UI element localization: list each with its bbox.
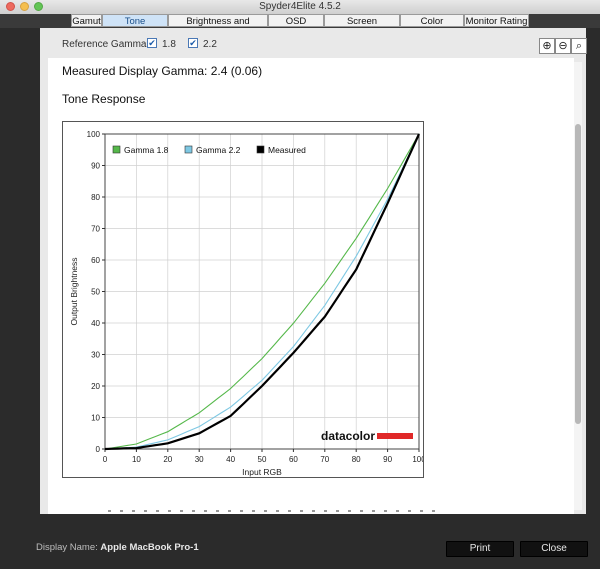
display-name: Display Name: Apple MacBook Pro-1 [36,542,199,553]
tab-screen-uniformity[interactable]: Screen Uniformity [324,14,400,40]
y-tick-label: 50 [91,288,100,297]
scrollbar-thumb[interactable] [575,124,581,424]
section-title: Tone Response [62,92,146,106]
legend-label: Gamma 2.2 [196,145,241,155]
y-tick-label: 30 [91,351,100,360]
zoom-reset-icon[interactable]: ⌕ [571,38,587,54]
display-name-label: Display Name: [36,542,98,553]
close-button[interactable]: Close [520,541,588,557]
legend-swatch [256,145,265,154]
legend-label: Measured [268,145,306,155]
y-tick-label: 40 [91,319,100,328]
x-tick-label: 70 [320,455,329,464]
x-tick-label: 100 [412,455,423,464]
x-tick-label: 0 [103,455,108,464]
x-tick-label: 40 [226,455,235,464]
x-tick-label: 90 [383,455,392,464]
x-axis-label: Input RGB [242,467,282,477]
tab-monitor-rating[interactable]: Monitor Rating [464,14,529,27]
gamma-2-2-label: 2.2 [203,39,217,50]
y-tick-label: 10 [91,414,100,423]
reference-gamma-label: Reference Gamma: [62,39,150,50]
datacolor-logo-bar [377,433,413,439]
y-tick-label: 100 [87,130,101,139]
display-name-value: Apple MacBook Pro-1 [100,542,199,553]
vertical-scrollbar[interactable] [574,62,582,510]
gamma-2-2-checkbox[interactable]: ✔ [188,38,198,48]
next-section-hint [108,510,438,512]
y-tick-label: 20 [91,382,100,391]
y-tick-label: 70 [91,225,100,234]
legend-swatch [112,145,121,154]
y-tick-label: 90 [91,162,100,171]
tab-color-accuracy[interactable]: Color Accuracy [400,14,464,40]
tab-bar: Gamut Tone Response Brightness and Contr… [0,14,600,40]
x-tick-label: 30 [195,455,204,464]
report-panel: Reference Gamma: ✔ 1.8 ✔ 2.2 ⊕ ⊖ ⌕ Measu… [40,28,587,514]
y-tick-label: 60 [91,256,100,265]
x-tick-label: 80 [352,455,361,464]
tone-response-chart: 0 10 20 30 40 50 60 70 80 90 100 0 10 20 30 40 50 60 70 80 9… [62,121,424,478]
tab-tone-response[interactable]: Tone Response [102,14,168,40]
window-title: Spyder4Elite 4.5.2 [259,1,341,12]
tab-gamut[interactable]: Gamut [71,14,102,27]
report-content[interactable]: Measured Display Gamma: 2.4 (0.06) Tone … [48,58,574,514]
zoom-out-icon[interactable]: ⊖ [555,38,571,54]
y-tick-label: 0 [96,445,101,454]
x-tick-label: 10 [132,455,141,464]
x-tick-label: 20 [163,455,172,464]
tab-osd-settings[interactable]: OSD settings [268,14,324,40]
gamma-1-8-label: 1.8 [162,39,176,50]
datacolor-logo: datacolor [321,429,375,443]
x-tick-label: 60 [289,455,298,464]
legend-swatch [184,145,193,154]
y-axis-label: Output Brightness [69,257,79,325]
title-bar: Spyder4Elite 4.5.2 [0,0,600,15]
y-tick-label: 80 [91,193,100,202]
print-button[interactable]: Print [446,541,514,557]
gamma-1-8-checkbox[interactable]: ✔ [147,38,157,48]
chart-svg: 0 10 20 30 40 50 60 70 80 90 100 0 10 20 30 40 50 60 70 80 9… [69,130,423,477]
zoom-in-icon[interactable]: ⊕ [539,38,555,54]
tab-brightness-contrast[interactable]: Brightness and Contrast [168,14,268,40]
x-tick-label: 50 [258,455,267,464]
measured-gamma-text: Measured Display Gamma: 2.4 (0.06) [62,64,263,78]
legend-label: Gamma 1.8 [124,145,169,155]
